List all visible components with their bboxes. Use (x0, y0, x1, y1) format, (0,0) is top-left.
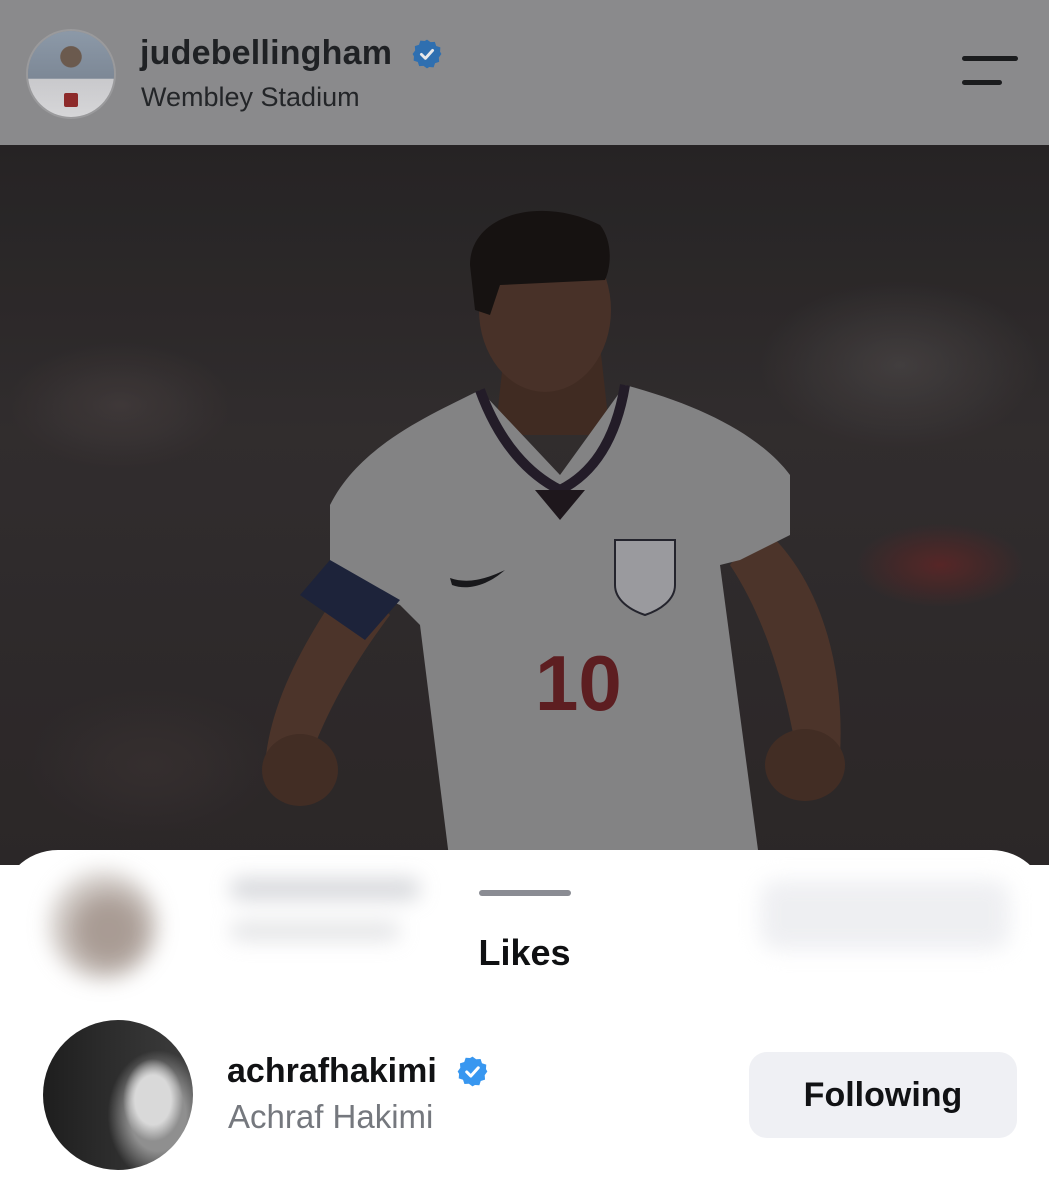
avatar-jersey-detail (64, 93, 78, 107)
photo-dim-overlay (0, 145, 1049, 865)
following-button[interactable]: Following (749, 1052, 1017, 1138)
author-avatar[interactable] (28, 31, 114, 117)
liker-avatar[interactable] (43, 1020, 193, 1170)
liker-full-name: Achraf Hakimi (228, 1098, 434, 1135)
instagram-post-screen: judebellingham Wembley Stadium 10 Likes … (0, 0, 1049, 1200)
author-username[interactable]: judebellingham (140, 34, 392, 73)
likes-bottom-sheet: Likes achrafhakimi Achraf Hakimi Followi… (0, 850, 1049, 1200)
post-header: judebellingham Wembley Stadium (0, 0, 1049, 145)
menu-line-top (962, 56, 1018, 61)
post-photo[interactable]: 10 (0, 145, 1049, 865)
menu-line-bottom (962, 80, 1002, 85)
liker-username[interactable]: achrafhakimi (227, 1052, 437, 1091)
verified-badge-icon (457, 1056, 488, 1087)
verified-badge-icon (412, 39, 442, 69)
post-location[interactable]: Wembley Stadium (141, 82, 360, 113)
menu-icon[interactable] (962, 56, 1018, 90)
blurred-username (230, 878, 420, 900)
sheet-title: Likes (478, 932, 571, 973)
sheet-grabber-handle[interactable] (479, 890, 571, 896)
